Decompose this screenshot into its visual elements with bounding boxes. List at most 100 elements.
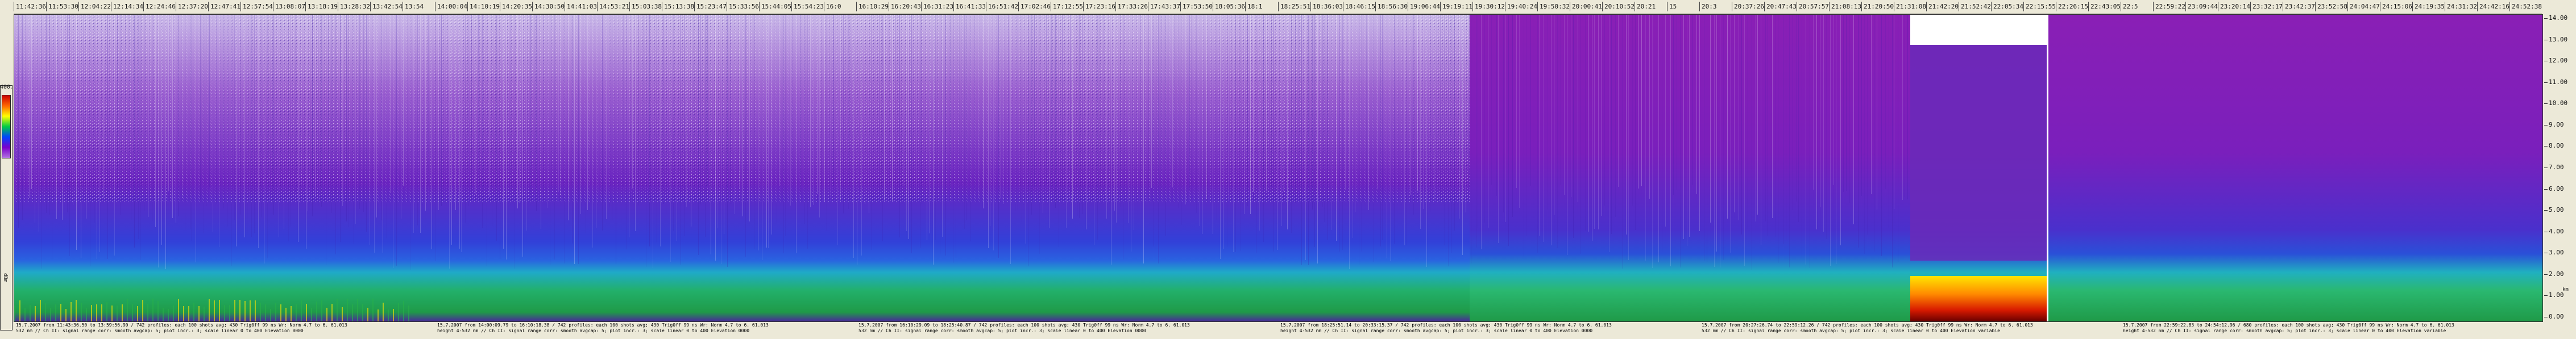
profile-streak [882, 15, 883, 241]
time-tick: 18:36:03 [1310, 2, 1343, 11]
profile-streak [673, 15, 674, 231]
profile-streak [1066, 15, 1067, 228]
profile-streak [161, 15, 162, 245]
profile-streak [120, 15, 121, 215]
low-layer-streak [347, 299, 348, 321]
time-tick: 14:41:03 [565, 2, 597, 11]
profile-streak [403, 15, 404, 186]
profile-streak [1322, 15, 1323, 207]
segment-caption-line1: 15.7.2007 from 20:27:26.74 to 22:59:12.2… [1702, 323, 2033, 328]
profile-streak [321, 15, 322, 207]
profile-streak [374, 15, 375, 253]
profile-streak [182, 15, 183, 198]
profile-streak [1010, 15, 1011, 264]
profile-streak [1830, 15, 1831, 266]
profile-streak [288, 15, 289, 241]
low-layer-streak [378, 309, 379, 321]
profile-streak [526, 15, 527, 231]
profile-streak [771, 15, 772, 235]
profile-streak [1611, 15, 1612, 234]
profile-streak [911, 15, 912, 253]
low-layer-streak [24, 308, 26, 321]
profile-streak [1609, 15, 1610, 252]
profile-streak [420, 15, 421, 233]
low-layer-streak [137, 306, 138, 321]
low-layer-streak [209, 299, 210, 321]
profile-streak [705, 15, 706, 237]
profile-streak [850, 15, 851, 201]
profile-streak [261, 15, 262, 217]
profile-streak [1741, 15, 1742, 235]
profile-streak [117, 15, 118, 189]
time-tick: 16:31:23 [921, 2, 953, 11]
low-layer-streak [81, 303, 82, 321]
time-tick: 19:06:44 [1408, 2, 1440, 11]
time-tick: 23:32:17 [2250, 2, 2283, 11]
profile-streak [810, 15, 811, 207]
profile-streak [18, 15, 19, 228]
profile-streak [964, 15, 965, 229]
profile-streak [346, 15, 347, 221]
profile-streak [1345, 15, 1346, 190]
time-tick: 12:04:22 [78, 2, 111, 11]
backscatter-image [14, 15, 2542, 321]
profile-streak [425, 15, 426, 211]
height-tick: 13.00 [2544, 36, 2567, 43]
time-tick: 15:44:05 [759, 2, 791, 11]
profile-streak [1440, 15, 1441, 201]
profile-streak [1448, 15, 1449, 266]
time-tick: 24:19:35 [2412, 2, 2445, 11]
profile-streak [1823, 15, 1824, 232]
low-layer-streak [86, 308, 87, 321]
low-layer-streak [316, 302, 317, 321]
profile-streak [155, 15, 156, 227]
low-layer-streak [101, 304, 102, 321]
profile-streak [410, 15, 411, 270]
profile-streak [519, 15, 520, 203]
profile-streak [366, 15, 367, 232]
profile-streak [1508, 15, 1509, 246]
time-tick: 24:42:16 [2477, 2, 2509, 11]
time-tick: 20:00:41 [1570, 2, 1602, 11]
height-tick: 9.00 [2544, 121, 2564, 128]
low-layer-streak [229, 305, 230, 321]
profile-streak [1287, 15, 1288, 229]
profile-streak [1039, 15, 1040, 254]
profile-streak [1426, 15, 1427, 267]
time-tick: 19:19:11 [1440, 2, 1472, 11]
profile-streak [1196, 15, 1197, 213]
profile-streak [768, 15, 769, 248]
profile-streak [884, 15, 885, 200]
time-tick: 20:37:26 [1732, 2, 1764, 11]
profile-streak [1263, 15, 1264, 242]
low-layer-streak [291, 306, 292, 321]
profile-streak [76, 15, 77, 250]
profile-streak [1079, 15, 1080, 218]
time-tick: 23:52:58 [2315, 2, 2347, 11]
profile-streak [1892, 15, 1893, 267]
profile-streak [258, 15, 259, 248]
profile-streak [833, 15, 834, 186]
time-tick: 20:57:57 [1797, 2, 1829, 11]
time-tick: 23:42:37 [2283, 2, 2315, 11]
low-layer-streak [40, 300, 41, 321]
profile-streak [1632, 15, 1633, 206]
time-tick: 24:31:32 [2445, 2, 2477, 11]
profile-streak [1034, 15, 1035, 187]
profile-streak [1670, 15, 1671, 266]
profile-streak [998, 15, 999, 258]
time-tick: 21:20:50 [1861, 2, 1894, 11]
segment-caption-line1: 15.7.2007 from 22:59:22.83 to 24:54:12.9… [2123, 323, 2454, 328]
time-tick: 17:53:50 [1180, 2, 1213, 11]
segment-caption-line1: 15.7.2007 from 11:43:36.50 to 13:59:56.9… [16, 323, 347, 328]
profile-streak [475, 15, 476, 194]
low-layer-streak [260, 303, 261, 321]
low-layer-streak [65, 309, 67, 321]
segment-caption: 15.7.2007 from 11:43:36.50 to 13:59:56.9… [16, 323, 347, 334]
profile-streak [503, 15, 504, 249]
profile-streak [1189, 15, 1190, 190]
profile-streak [1220, 15, 1221, 259]
time-tick: 20:47:43 [1764, 2, 1797, 11]
profile-streak [670, 15, 671, 262]
profile-streak [1143, 15, 1144, 263]
